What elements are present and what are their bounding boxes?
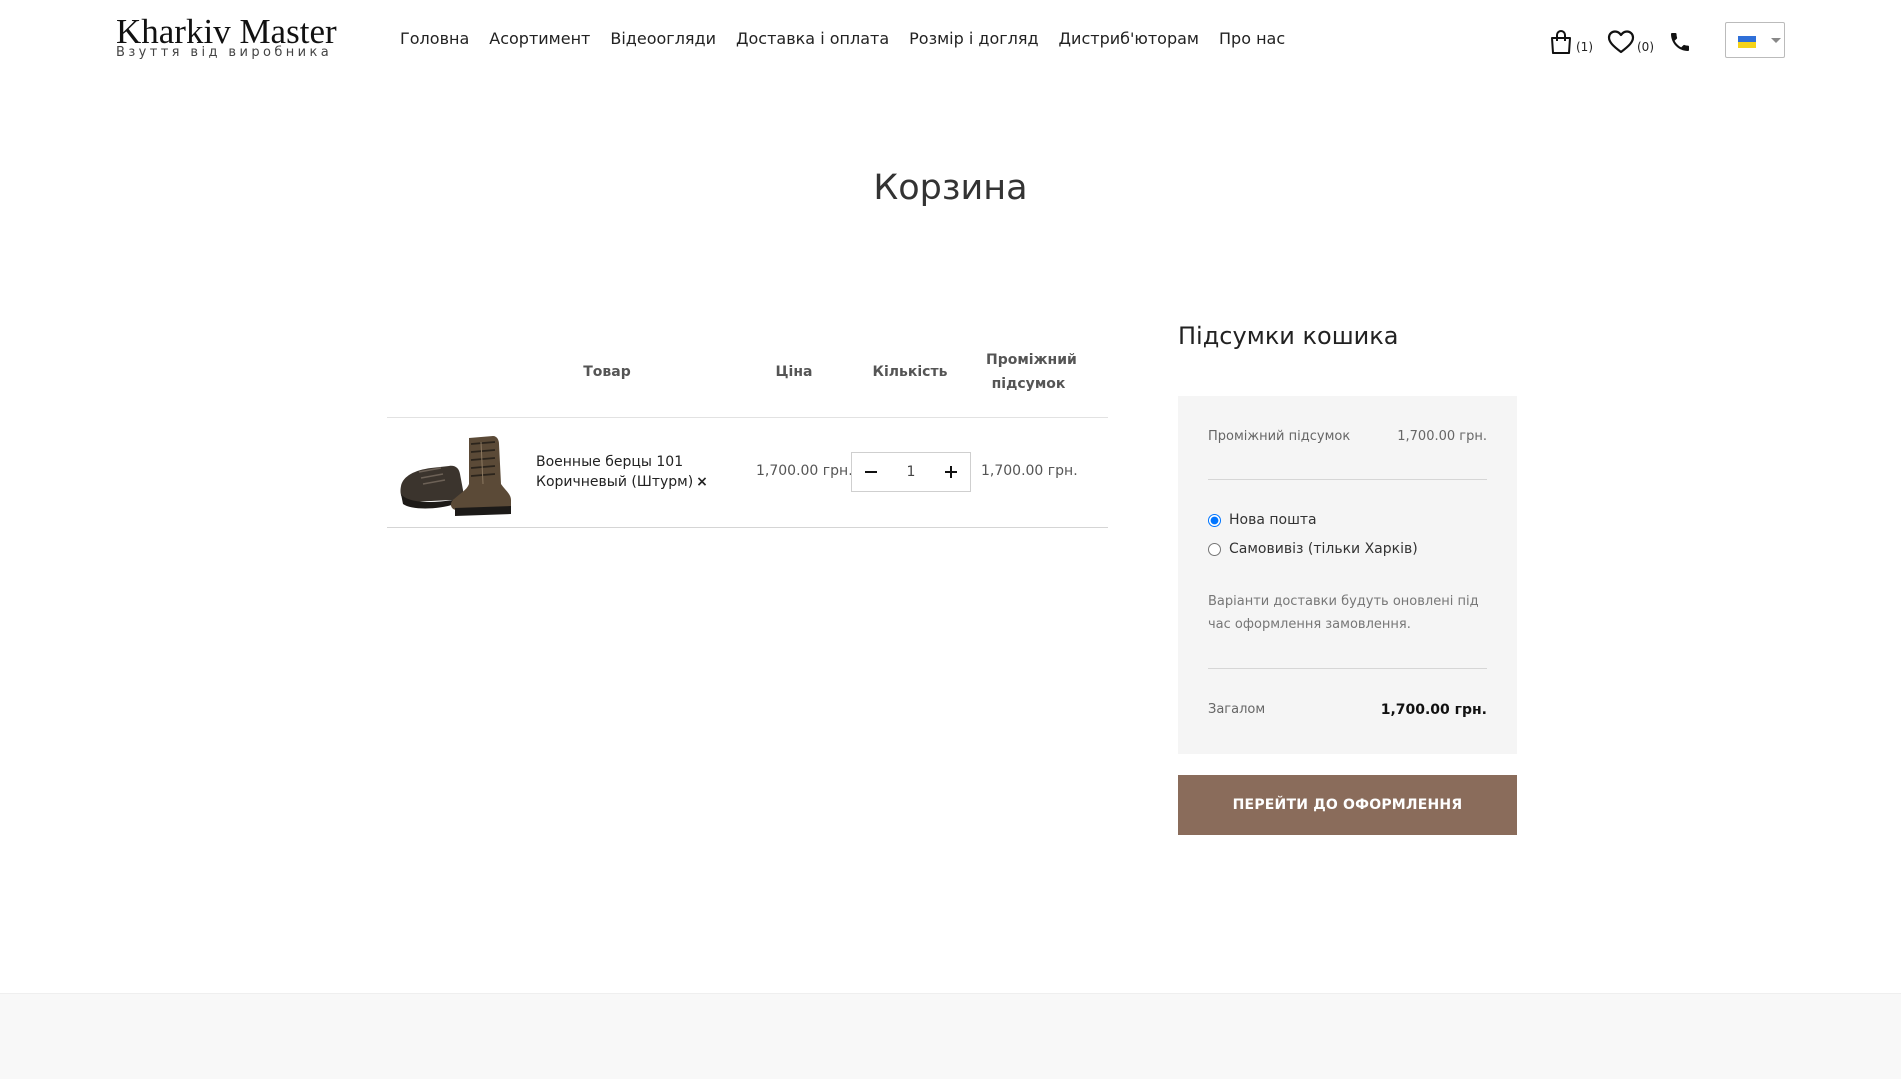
language-select[interactable] — [1725, 22, 1785, 58]
nav-item-videos[interactable]: Відеоогляди — [600, 28, 726, 50]
proceed-to-checkout-button[interactable]: ПЕРЕЙТИ ДО ОФОРМЛЕННЯ — [1178, 775, 1517, 835]
quantity-stepper — [851, 452, 971, 492]
heart-icon — [1607, 30, 1635, 54]
flag-ua-icon — [1738, 36, 1756, 48]
table-row: Военные берцы 101 Коричневый (Штурм) × 1,… — [387, 418, 1108, 528]
cart-count: (1) — [1576, 40, 1593, 54]
wishlist-link[interactable]: (0) — [1607, 29, 1654, 55]
shipping-note: Варіанти доставки будуть оновлені під ча… — [1208, 594, 1479, 632]
nav-item-delivery[interactable]: Доставка і оплата — [726, 28, 899, 50]
product-name[interactable]: Военные берцы 101 Коричневый (Штурм) × — [536, 452, 726, 492]
site-logo[interactable]: Kharkiv Master Взуття від виробника — [116, 14, 337, 60]
shipping-radio-nova-poshta[interactable] — [1208, 513, 1221, 527]
page-title: Корзина — [873, 168, 1028, 208]
minus-icon — [865, 471, 877, 473]
shipping-radio-pickup[interactable] — [1208, 542, 1221, 556]
caret-down-icon — [1771, 38, 1781, 43]
product-name-text[interactable]: Военные берцы 101 Коричневый (Штурм) — [536, 454, 693, 490]
site-header: Kharkiv Master Взуття від виробника Голо… — [0, 0, 1901, 80]
nav-item-home[interactable]: Головна — [392, 28, 479, 50]
main-nav: Головна Асортимент Відеоогляди Доставка … — [392, 28, 1295, 50]
divider — [1208, 479, 1487, 480]
phone-link[interactable] — [1668, 30, 1692, 54]
phone-icon — [1671, 33, 1689, 51]
cart-totals-title: Підсумки кошика — [1178, 322, 1399, 350]
wishlist-count: (0) — [1637, 40, 1654, 54]
shipping-option-label: Самовивіз (тільки Харків) — [1229, 541, 1418, 557]
divider — [1208, 668, 1487, 669]
cart-link[interactable]: (1) — [1548, 29, 1593, 55]
item-price: 1,700.00 грн. — [756, 463, 853, 479]
column-header-quantity: Кількість — [872, 364, 948, 380]
shipping-option-pickup[interactable]: Самовивіз (тільки Харків) — [1208, 541, 1418, 557]
cart-totals-panel: Проміжний підсумок 1,700.00 грн. Нова по… — [1178, 396, 1517, 754]
nav-item-catalog[interactable]: Асортимент — [479, 28, 600, 50]
product-thumbnail[interactable] — [397, 428, 515, 518]
quantity-increase-button[interactable] — [932, 453, 970, 491]
column-header-price: Ціна — [775, 364, 813, 380]
cart-table-header: Товар Ціна Кількість Проміжний підсумок — [387, 340, 1108, 418]
remove-item-button[interactable]: × — [696, 474, 708, 490]
subtotal-value: 1,700.00 грн. — [1397, 429, 1487, 444]
column-header-subtotal: Проміжний підсумок — [986, 352, 1077, 392]
column-header-product: Товар — [583, 364, 631, 380]
item-subtotal: 1,700.00 грн. — [981, 463, 1078, 479]
nav-item-distributors[interactable]: Дистриб'юторам — [1049, 28, 1209, 50]
header-actions: (1) (0) — [1548, 22, 1706, 62]
quantity-decrease-button[interactable] — [852, 453, 890, 491]
cart-table: Товар Ціна Кількість Проміжний підсумок … — [387, 340, 1108, 528]
logo-subtitle: Взуття від виробника — [116, 45, 333, 60]
total-value: 1,700.00 грн. — [1380, 702, 1487, 718]
site-footer — [0, 993, 1901, 1079]
plus-icon — [945, 466, 957, 478]
bag-icon — [1551, 30, 1571, 54]
quantity-input[interactable] — [890, 453, 932, 491]
shipping-option-label: Нова пошта — [1229, 512, 1317, 528]
nav-item-size-care[interactable]: Розмір і догляд — [899, 28, 1048, 50]
shipping-option-nova-poshta[interactable]: Нова пошта — [1208, 512, 1317, 528]
nav-item-about[interactable]: Про нас — [1209, 28, 1295, 50]
